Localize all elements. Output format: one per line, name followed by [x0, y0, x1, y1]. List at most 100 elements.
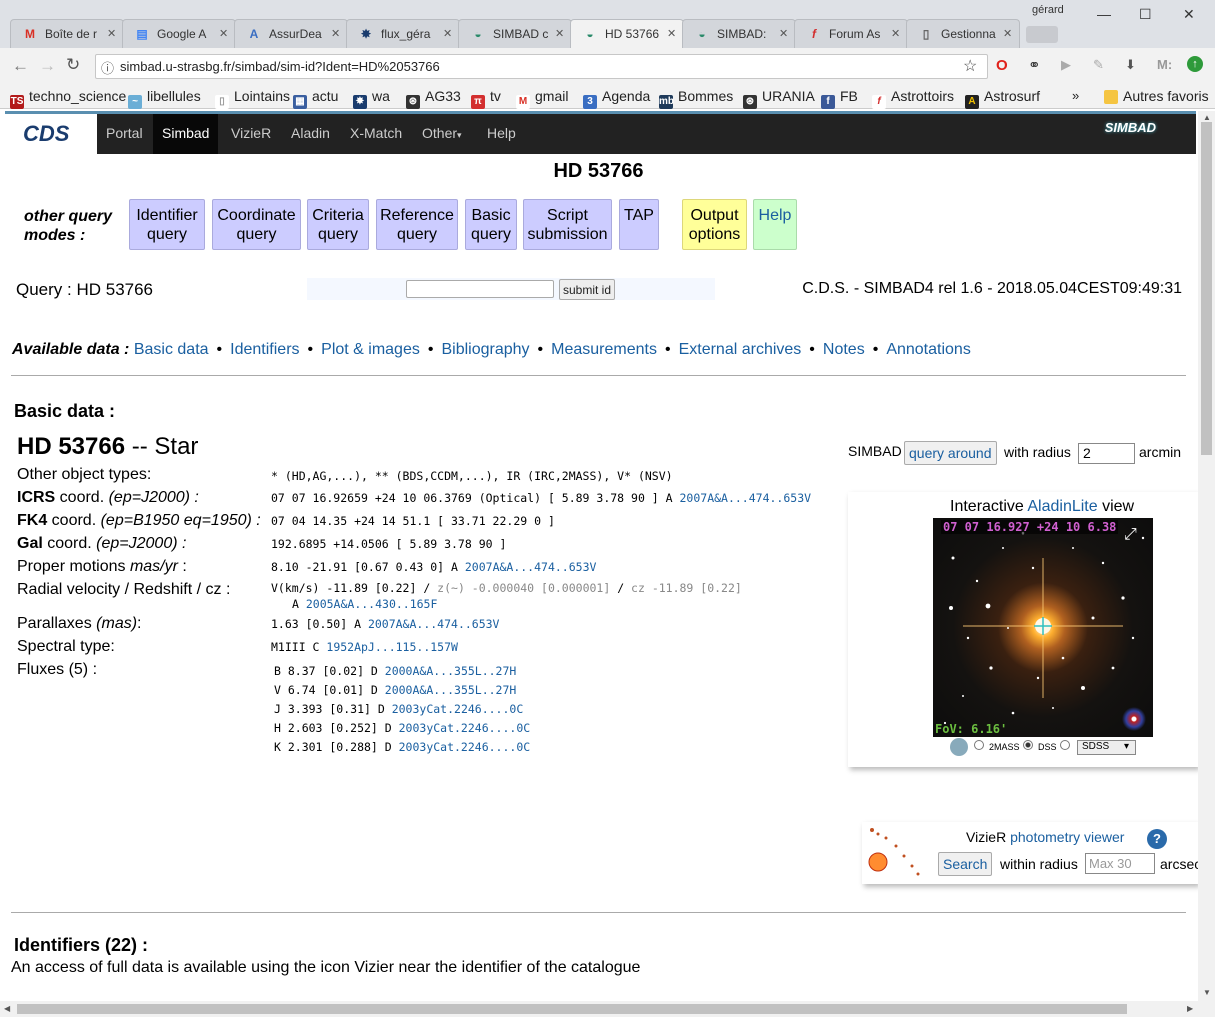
ref-link[interactable]: 2007A&A...474..653V [368, 617, 500, 631]
back-arrow-icon[interactable] [950, 738, 968, 756]
bookmark-item[interactable]: ⊛ AG33 [406, 88, 461, 109]
link-annotations[interactable]: Annotations [886, 341, 971, 358]
browser-tab[interactable]: ◒ SIMBAD c ✕ [458, 19, 572, 48]
bookmark-star-icon[interactable]: ☆ [963, 56, 977, 76]
fullscreen-icon[interactable]: ⤢ [1124, 526, 1137, 544]
forward-icon[interactable]: → [39, 56, 56, 76]
more-bookmarks-icon[interactable]: » [1072, 88, 1079, 103]
profile-name[interactable]: gérard [1032, 4, 1064, 16]
bookmark-item[interactable]: TS techno_science [10, 88, 126, 109]
link-plot-images[interactable]: Plot & images [321, 341, 420, 358]
bookmark-item[interactable]: f FB [821, 88, 858, 109]
link-identifiers[interactable]: Identifiers [230, 341, 299, 358]
radius-input[interactable]: 2 [1078, 443, 1135, 464]
ref-link[interactable]: 2003yCat.2246....0C [392, 702, 524, 716]
close-icon[interactable]: ✕ [667, 27, 676, 40]
browser-tab[interactable]: ✸ flux_géra ✕ [346, 19, 460, 48]
close-icon[interactable]: ✕ [107, 27, 116, 40]
back-icon[interactable]: ← [12, 56, 29, 76]
ref-link[interactable]: 2005A&A...430..165F [306, 597, 438, 611]
bookmark-item[interactable]: ▯ Lointains [215, 88, 290, 109]
ref-link[interactable]: 2003yCat.2246....0C [399, 721, 531, 735]
reload-icon[interactable]: ↻ [66, 55, 80, 75]
vertical-scroll-thumb[interactable] [1201, 122, 1212, 455]
sky-image[interactable] [933, 518, 1153, 737]
scroll-down-icon[interactable]: ▼ [1203, 988, 1211, 997]
vizier-radius-input[interactable]: Max 30 [1085, 853, 1155, 874]
radio-dss[interactable] [1023, 740, 1033, 750]
help-button[interactable]: Help [753, 199, 797, 250]
ref-link[interactable]: 1952ApJ...115..157W [326, 640, 458, 654]
link-external-archives[interactable]: External archives [679, 341, 802, 358]
bookmark-item[interactable]: ▦ actu [293, 88, 338, 109]
close-icon[interactable]: ✕ [331, 27, 340, 40]
link-basic-data[interactable]: Basic data [134, 341, 209, 358]
close-icon[interactable]: ✕ [1003, 27, 1012, 40]
browser-tab[interactable]: A AssurDea ✕ [234, 19, 348, 48]
ref-link[interactable]: 2007A&A...474..653V [680, 491, 812, 505]
bookmark-item[interactable]: f Astrottoirs [872, 88, 954, 109]
new-tab-button[interactable] [1026, 26, 1058, 43]
ref-link[interactable]: 2000A&A...355L..27H [385, 683, 517, 697]
reference-query-button[interactable]: Reference query [376, 199, 458, 250]
minimize-icon[interactable]: — [1097, 6, 1111, 22]
survey-select[interactable]: SDSS ▾ [1077, 740, 1136, 755]
output-options-button[interactable]: Output options [682, 199, 747, 250]
nav-vizier[interactable]: VizieR [222, 114, 280, 154]
browser-tab-active[interactable]: ◒ HD 53766 ✕ [570, 19, 684, 48]
opera-icon[interactable]: O [996, 57, 1008, 74]
aladinlite-link[interactable]: AladinLite [1027, 498, 1097, 515]
link-notes[interactable]: Notes [823, 341, 865, 358]
scroll-up-icon[interactable]: ▲ [1203, 113, 1211, 122]
bookmark-item[interactable]: 3 Agenda [583, 88, 650, 109]
browser-tab[interactable]: M Boîte de r ✕ [10, 19, 124, 48]
script-submission-button[interactable]: Script submission [523, 199, 612, 250]
link-icon[interactable]: ⚭ [1028, 56, 1041, 74]
address-bar[interactable]: simbad.u-strasbg.fr/simbad/sim-id?Ident=… [95, 54, 988, 79]
mail-ext-icon[interactable]: M: [1157, 57, 1172, 72]
info-icon[interactable]: ⓘ [101, 58, 114, 77]
play-icon[interactable]: ▶ [1061, 57, 1071, 73]
browser-tab[interactable]: ▯ Gestionna ✕ [906, 19, 1020, 48]
link-bibliography[interactable]: Bibliography [441, 341, 529, 358]
identifier-input[interactable] [406, 280, 554, 298]
close-window-icon[interactable]: ✕ [1183, 6, 1195, 23]
bookmark-item[interactable]: ✸ wa [353, 88, 390, 109]
radio-2mass[interactable] [974, 740, 984, 750]
photometry-viewer-link[interactable]: photometry viewer [1010, 829, 1124, 845]
cds-logo[interactable]: CDS [5, 114, 97, 154]
maximize-icon[interactable]: ☐ [1139, 6, 1152, 23]
bookmark-item[interactable]: π tv [471, 88, 501, 109]
link-measurements[interactable]: Measurements [551, 341, 657, 358]
browser-tab[interactable]: f Forum As ✕ [794, 19, 908, 48]
bookmark-item[interactable]: ⊛ URANIA [743, 88, 815, 109]
nav-help[interactable]: Help [478, 114, 525, 154]
help-icon[interactable]: ? [1147, 829, 1167, 849]
scroll-left-icon[interactable]: ◀ [4, 1004, 10, 1013]
nav-portal[interactable]: Portal [97, 114, 152, 154]
coordinate-query-button[interactable]: Coordinate query [212, 199, 301, 250]
extension-icon[interactable]: ✎ [1093, 57, 1104, 73]
browser-tab[interactable]: ◒ SIMBAD: ✕ [682, 19, 796, 48]
browser-tab[interactable]: ▤ Google A ✕ [122, 19, 236, 48]
download-icon[interactable]: ⬇ [1125, 57, 1136, 73]
identifier-query-button[interactable]: Identifier query [129, 199, 205, 250]
bookmark-item[interactable]: A Astrosurf [965, 88, 1040, 109]
vizier-search-button[interactable]: Search [938, 852, 993, 876]
ref-link[interactable]: 2003yCat.2246....0C [399, 740, 531, 754]
close-icon[interactable]: ✕ [219, 27, 228, 40]
close-icon[interactable]: ✕ [891, 27, 900, 40]
scroll-right-icon[interactable]: ▶ [1187, 1004, 1193, 1013]
nav-aladin[interactable]: Aladin [282, 114, 339, 154]
radio-other[interactable] [1060, 740, 1070, 750]
basic-query-button[interactable]: Basic query [465, 199, 517, 250]
close-icon[interactable]: ✕ [779, 27, 788, 40]
query-around-button[interactable]: query around [904, 441, 997, 465]
bookmark-folder[interactable]: Autres favoris [1104, 88, 1209, 104]
update-icon[interactable]: ↑ [1187, 56, 1203, 72]
close-icon[interactable]: ✕ [555, 27, 564, 40]
nav-xmatch[interactable]: X-Match [341, 114, 411, 154]
bookmark-item[interactable]: Mgmail [516, 88, 568, 109]
nav-simbad[interactable]: Simbad [153, 114, 219, 154]
ref-link[interactable]: 2007A&A...474..653V [465, 560, 597, 574]
